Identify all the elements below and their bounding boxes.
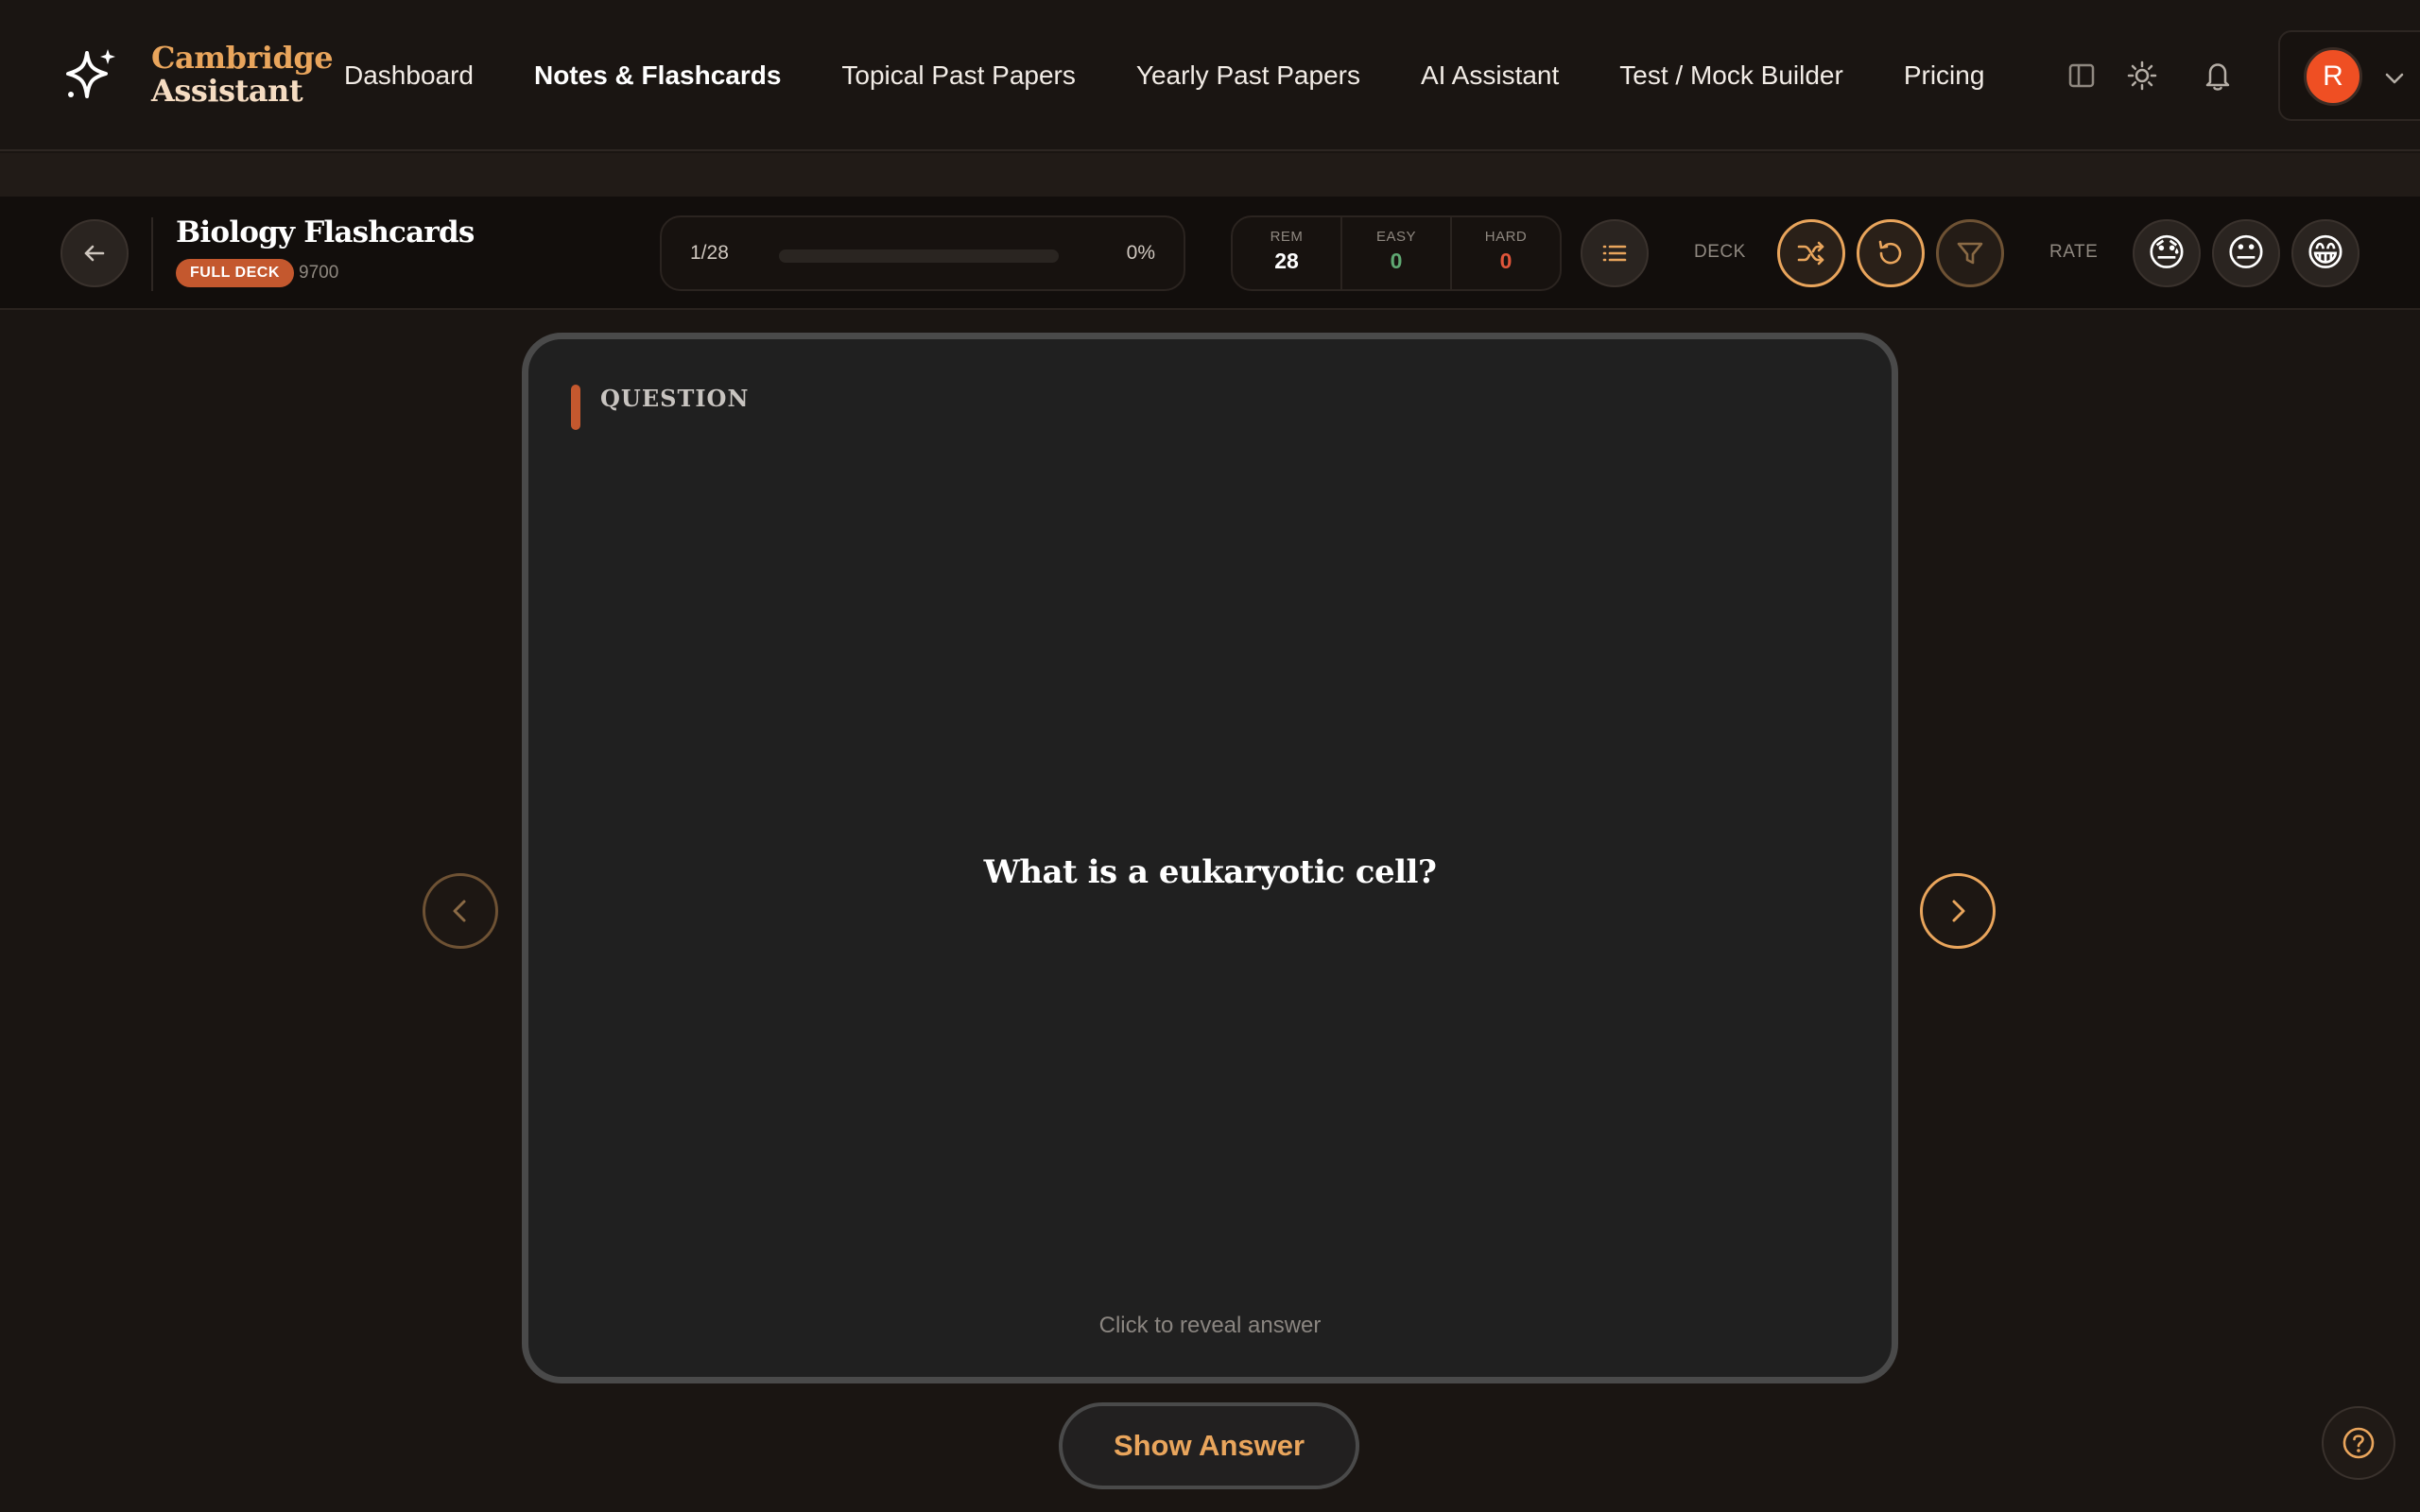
toolbar-divider [151, 217, 153, 291]
avatar[interactable]: R [2304, 47, 2362, 106]
header-divider-strip [0, 153, 2420, 197]
theme-sun-icon[interactable] [2123, 57, 2161, 94]
chevron-right-icon [1952, 900, 1965, 922]
previous-card-button[interactable] [423, 873, 498, 949]
back-button[interactable] [60, 219, 129, 287]
study-toolbar: Biology Flashcards FULL DECK 9700 1/28 0… [0, 197, 2420, 310]
stat-remaining: REM 28 [1233, 217, 1340, 289]
app-root: Cambridge Assistant Dashboard Notes & Fl… [0, 0, 2420, 1512]
arrow-left-icon [84, 245, 105, 262]
notification-bell-icon[interactable] [2199, 57, 2237, 94]
stats-panel: REM 28 EASY 0 HARD 0 [1231, 215, 1562, 291]
nav-dashboard[interactable]: Dashboard [344, 55, 474, 96]
progress-panel: 1/28 0% [660, 215, 1185, 291]
flashcard[interactable]: QUESTION What is a eukaryotic cell? Clic… [522, 333, 1898, 1383]
deck-badge: FULL DECK [176, 259, 294, 287]
card-list-button[interactable] [1581, 219, 1649, 287]
stat-remaining-label: REM [1270, 229, 1304, 245]
chevron-down-icon[interactable] [2380, 64, 2409, 93]
nav-yearly-past-papers[interactable]: Yearly Past Papers [1136, 55, 1360, 96]
question-text: What is a eukaryotic cell? [983, 853, 1437, 891]
next-card-button[interactable] [1920, 873, 1996, 949]
brand-line-1: Cambridge [151, 40, 334, 76]
progress-bar [779, 249, 1059, 263]
filter-button[interactable] [1936, 219, 2004, 287]
deck-title: Biology Flashcards [176, 215, 475, 249]
stat-easy: EASY 0 [1340, 217, 1450, 289]
nav-ai-assistant[interactable]: AI Assistant [1421, 55, 1559, 96]
sparkle-logo-icon[interactable] [62, 45, 121, 104]
nav-pricing[interactable]: Pricing [1904, 55, 1985, 96]
list-icon [1602, 245, 1627, 262]
chevron-left-icon [453, 900, 466, 922]
rate-ok-button[interactable]: 😐 [2212, 219, 2280, 287]
nav-notes-flashcards[interactable]: Notes & Flashcards [534, 55, 781, 96]
nav-topical-past-papers[interactable]: Topical Past Papers [841, 55, 1075, 96]
top-navigation: Cambridge Assistant Dashboard Notes & Fl… [0, 0, 2420, 151]
shuffle-button[interactable] [1777, 219, 1845, 287]
rate-hard-button[interactable]: 😓 [2133, 219, 2201, 287]
stat-hard-value: 0 [1499, 249, 1512, 273]
filter-icon [1957, 242, 1983, 265]
stat-hard: HARD 0 [1450, 217, 1560, 289]
progress-percent: 0% [1126, 242, 1155, 264]
main-nav: Dashboard Notes & Flashcards Topical Pas… [344, 55, 1984, 96]
show-answer-button[interactable]: Show Answer [1059, 1402, 1359, 1489]
deck-controls-label: DECK [1694, 242, 1746, 262]
card-side-label: QUESTION [600, 385, 750, 412]
rate-easy-button[interactable]: 😁 [2291, 219, 2360, 287]
stat-hard-label: HARD [1484, 229, 1528, 245]
help-button[interactable] [2322, 1406, 2395, 1480]
stat-easy-value: 0 [1390, 249, 1403, 273]
deck-code: 9700 [299, 263, 339, 283]
reveal-hint: Click to reveal answer [1098, 1313, 1322, 1338]
rate-controls-label: RATE [2049, 242, 2099, 262]
brand-logo[interactable]: Cambridge Assistant [151, 40, 334, 109]
stat-remaining-value: 28 [1274, 249, 1299, 273]
help-circle-icon [2342, 1427, 2375, 1459]
account-menu[interactable]: R [2278, 30, 2420, 121]
shuffle-icon [1797, 241, 1824, 266]
question-accent-bar [571, 385, 580, 430]
brand-line-2: Assistant [151, 73, 303, 109]
progress-count: 1/28 [690, 242, 729, 264]
reset-button[interactable] [1857, 219, 1925, 287]
stat-easy-label: EASY [1375, 229, 1417, 245]
sidebar-toggle-icon[interactable] [2063, 57, 2100, 94]
nav-test-mock-builder[interactable]: Test / Mock Builder [1619, 55, 1843, 96]
rotate-ccw-icon [1878, 240, 1902, 265]
